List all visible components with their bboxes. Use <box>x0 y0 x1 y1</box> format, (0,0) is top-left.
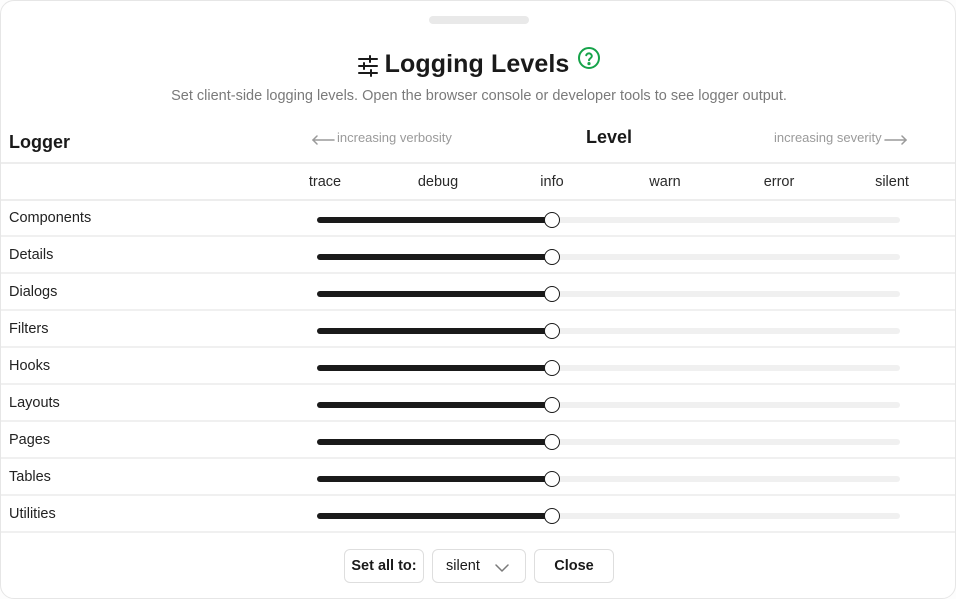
column-header-level: Level <box>586 127 633 147</box>
set-all-button[interactable]: Set all to: <box>344 549 424 583</box>
dialog-header: Logging Levels <box>1 44 955 84</box>
row-divider <box>1 531 955 533</box>
level-slider[interactable] <box>317 286 900 302</box>
level-slider[interactable] <box>317 434 900 450</box>
verbosity-hint: increasing verbosity <box>311 130 452 145</box>
level-slider-thumb[interactable] <box>544 360 560 376</box>
column-header-logger: Logger <box>9 132 70 152</box>
logger-row: Filters <box>1 311 955 348</box>
level-slider[interactable] <box>317 323 900 339</box>
sliders-icon <box>357 54 379 77</box>
verbosity-hint-label: increasing verbosity <box>337 130 452 145</box>
header-divider <box>1 162 955 164</box>
logger-row: Pages <box>1 422 955 459</box>
level-slider-fill <box>317 254 552 260</box>
level-label-trace: trace <box>308 174 342 190</box>
logger-name: Utilities <box>9 506 56 522</box>
level-slider-thumb[interactable] <box>544 434 560 450</box>
logger-row: Tables <box>1 459 955 496</box>
drag-handle[interactable] <box>429 16 529 24</box>
level-slider-fill <box>317 328 552 334</box>
level-label-silent: silent <box>875 174 909 190</box>
level-slider-thumb[interactable] <box>544 397 560 413</box>
logger-name: Pages <box>9 432 51 448</box>
level-label-warn: warn <box>649 174 681 190</box>
level-scale-labels: trace debug info warn error silent <box>1 174 955 192</box>
severity-hint-label: increasing severity <box>774 130 882 145</box>
logger-row: Layouts <box>1 385 955 422</box>
arrow-left-icon <box>311 133 335 145</box>
level-slider-fill <box>317 291 552 297</box>
dialog-footer: Set all to: silent Close <box>1 549 955 585</box>
logger-name: Layouts <box>9 395 60 411</box>
help-circle-icon[interactable] <box>577 46 601 70</box>
level-label-error: error <box>763 174 795 190</box>
level-slider-thumb[interactable] <box>544 471 560 487</box>
level-slider-fill <box>317 476 552 482</box>
logger-row: Utilities <box>1 496 955 533</box>
close-button[interactable]: Close <box>534 549 614 583</box>
dialog-subtitle: Set client-side logging levels. Open the… <box>171 88 787 104</box>
level-slider[interactable] <box>317 212 900 228</box>
level-slider-fill <box>317 439 552 445</box>
level-slider-fill <box>317 513 552 519</box>
level-slider-fill <box>317 365 552 371</box>
level-slider-thumb[interactable] <box>544 249 560 265</box>
logger-name: Filters <box>9 321 49 337</box>
severity-hint: increasing severity <box>774 130 908 145</box>
level-slider-thumb[interactable] <box>544 286 560 302</box>
logger-name: Hooks <box>9 358 51 374</box>
level-slider-thumb[interactable] <box>544 212 560 228</box>
arrow-right-icon <box>883 133 908 145</box>
level-slider[interactable] <box>317 360 900 376</box>
level-slider[interactable] <box>317 508 900 524</box>
level-slider-fill <box>317 402 552 408</box>
logger-name: Tables <box>9 469 51 485</box>
logger-name: Components <box>9 210 92 226</box>
level-label-debug: debug <box>417 174 459 190</box>
level-slider-thumb[interactable] <box>544 323 560 339</box>
logger-row: Details <box>1 237 955 274</box>
logger-row: Dialogs <box>1 274 955 311</box>
logging-levels-dialog: Logging Levels Set client-side logging l… <box>0 0 956 599</box>
set-all-level-value: silent <box>446 558 480 574</box>
chevron-down-icon <box>495 561 509 572</box>
logger-row: Components <box>1 200 955 237</box>
logger-name: Details <box>9 247 54 263</box>
level-slider[interactable] <box>317 249 900 265</box>
set-all-level-select[interactable]: silent <box>432 549 526 583</box>
logger-name: Dialogs <box>9 284 58 300</box>
level-label-info: info <box>540 174 564 190</box>
level-slider[interactable] <box>317 471 900 487</box>
logger-row: Hooks <box>1 348 955 385</box>
level-slider-thumb[interactable] <box>544 508 560 524</box>
level-slider-fill <box>317 217 552 223</box>
level-slider[interactable] <box>317 397 900 413</box>
dialog-title: Logging Levels <box>384 49 570 78</box>
